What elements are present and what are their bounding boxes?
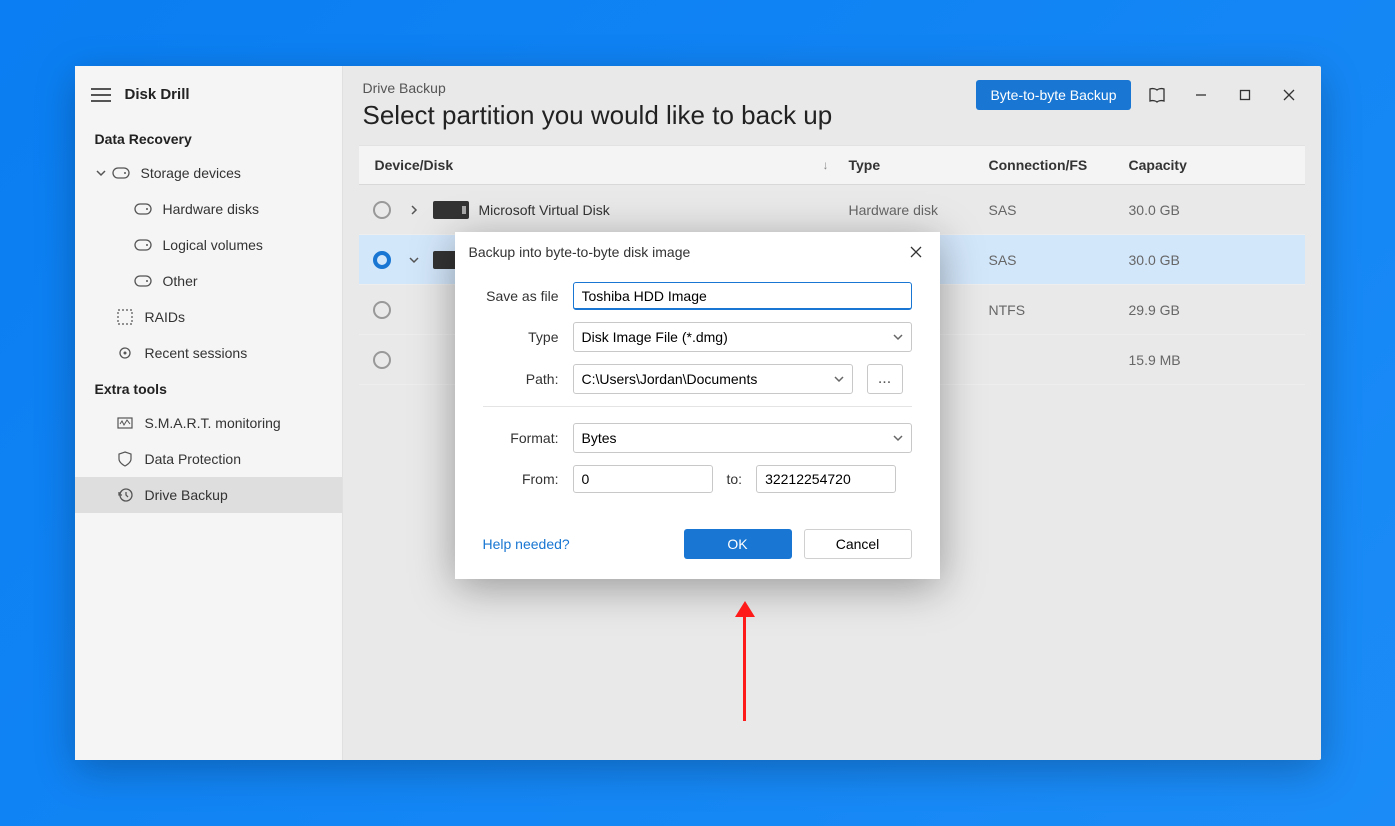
dialog-close-button[interactable] [906,242,926,262]
format-value: Bytes [582,430,617,446]
path-label: Path: [483,371,573,387]
chevron-down-icon [893,333,903,341]
type-label: Type [483,329,573,345]
from-input[interactable] [573,465,713,493]
backup-dialog: Backup into byte-to-byte disk image Save… [455,232,940,579]
format-select[interactable]: Bytes [573,423,912,453]
ok-button[interactable]: OK [684,529,792,559]
dialog-title: Backup into byte-to-byte disk image [469,244,691,260]
from-label: From: [483,471,573,487]
path-select[interactable]: C:\Users\Jordan\Documents [573,364,853,394]
type-value: Disk Image File (*.dmg) [582,329,728,345]
chevron-down-icon [893,434,903,442]
cancel-button[interactable]: Cancel [804,529,912,559]
save-as-input[interactable] [573,282,912,310]
to-input[interactable] [756,465,896,493]
app-window: Disk Drill Data Recovery Storage devices… [75,66,1321,760]
modal-overlay: Backup into byte-to-byte disk image Save… [75,66,1321,760]
annotation-arrow-icon [735,601,755,721]
help-link[interactable]: Help needed? [483,536,570,552]
to-label: to: [727,471,743,487]
divider [483,406,912,407]
format-label: Format: [483,430,573,446]
path-value: C:\Users\Jordan\Documents [582,371,758,387]
type-select[interactable]: Disk Image File (*.dmg) [573,322,912,352]
save-as-label: Save as file [483,288,573,304]
browse-button[interactable]: ... [867,364,903,394]
chevron-down-icon [834,375,844,383]
